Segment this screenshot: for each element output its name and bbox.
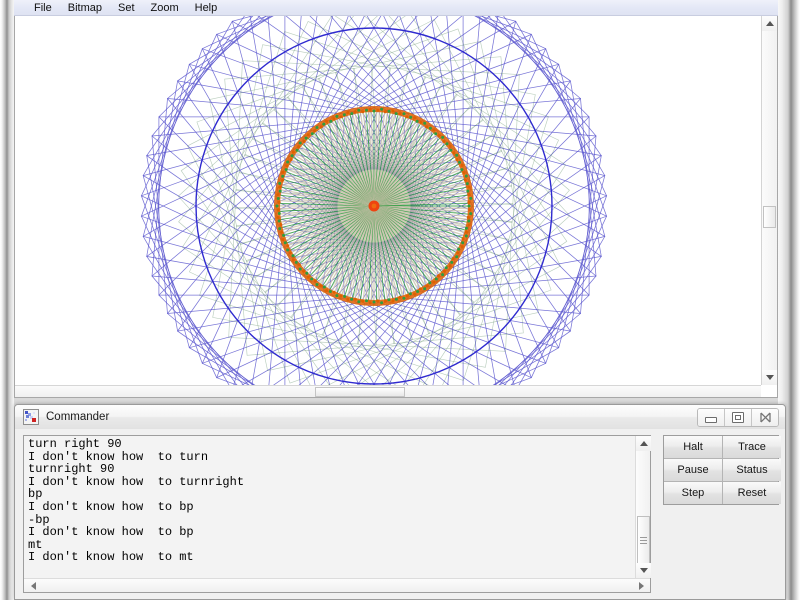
menu-item-bitmap[interactable]: Bitmap <box>60 1 110 15</box>
console-vscroll-thumb[interactable] <box>637 516 650 564</box>
close-icon <box>759 412 771 423</box>
window-frame-left <box>0 0 14 600</box>
console-output-area: turn right 90 I don't know how to turn t… <box>23 435 651 593</box>
console-vertical-scrollbar[interactable] <box>635 436 651 578</box>
canvas-horizontal-scrollbar[interactable] <box>15 385 761 397</box>
minimize-icon <box>705 417 717 423</box>
canvas-vertical-scrollbar[interactable] <box>761 16 777 385</box>
maximize-icon <box>732 412 744 423</box>
commander-body: turn right 90 I don't know how to turn t… <box>15 429 785 599</box>
console-scroll-down-icon[interactable] <box>636 563 651 578</box>
console-horizontal-scrollbar[interactable] <box>24 578 650 592</box>
graphics-canvas-area <box>14 16 778 398</box>
trace-button[interactable]: Trace <box>723 436 781 458</box>
commander-window: Commander turn right 90 I don't know how… <box>14 404 786 600</box>
pause-button[interactable]: Pause <box>664 459 722 481</box>
scroll-up-icon[interactable] <box>762 16 777 31</box>
menu-item-set[interactable]: Set <box>110 1 143 15</box>
console-output-text[interactable]: turn right 90 I don't know how to turn t… <box>24 436 634 578</box>
commander-button-grid: Halt Trace Pause Status Step Reset <box>663 435 781 505</box>
minimize-button[interactable] <box>698 409 725 426</box>
menu-item-help[interactable]: Help <box>187 1 226 15</box>
menu-item-file[interactable]: File <box>26 1 60 15</box>
close-button[interactable] <box>752 409 778 426</box>
console-scroll-up-icon[interactable] <box>636 436 651 451</box>
logo-main-window: File Bitmap Set Zoom Help Commander turn… <box>0 0 800 600</box>
maximize-button[interactable] <box>725 409 752 426</box>
window-controls <box>697 408 779 427</box>
turtle-graphics-canvas[interactable] <box>15 16 761 385</box>
halt-button[interactable]: Halt <box>664 436 722 458</box>
commander-titlebar[interactable]: Commander <box>15 405 785 429</box>
canvas-vscroll-thumb[interactable] <box>763 206 776 228</box>
step-button[interactable]: Step <box>664 482 722 504</box>
commander-title: Commander <box>46 411 110 423</box>
canvas-hscroll-thumb[interactable] <box>315 387 405 397</box>
scroll-thumb-grip-icon <box>640 535 647 546</box>
status-button[interactable]: Status <box>723 459 781 481</box>
logo-turtle-icon <box>23 409 39 425</box>
console-scroll-right-icon[interactable] <box>634 579 648 592</box>
application-root: File Bitmap Set Zoom Help Commander turn… <box>0 0 800 600</box>
console-scroll-left-icon[interactable] <box>26 579 40 592</box>
reset-button[interactable]: Reset <box>723 482 781 504</box>
spirograph-drawing <box>15 16 761 385</box>
menu-bar: File Bitmap Set Zoom Help <box>14 0 778 16</box>
scroll-down-icon[interactable] <box>762 370 777 385</box>
menu-item-zoom[interactable]: Zoom <box>143 1 187 15</box>
